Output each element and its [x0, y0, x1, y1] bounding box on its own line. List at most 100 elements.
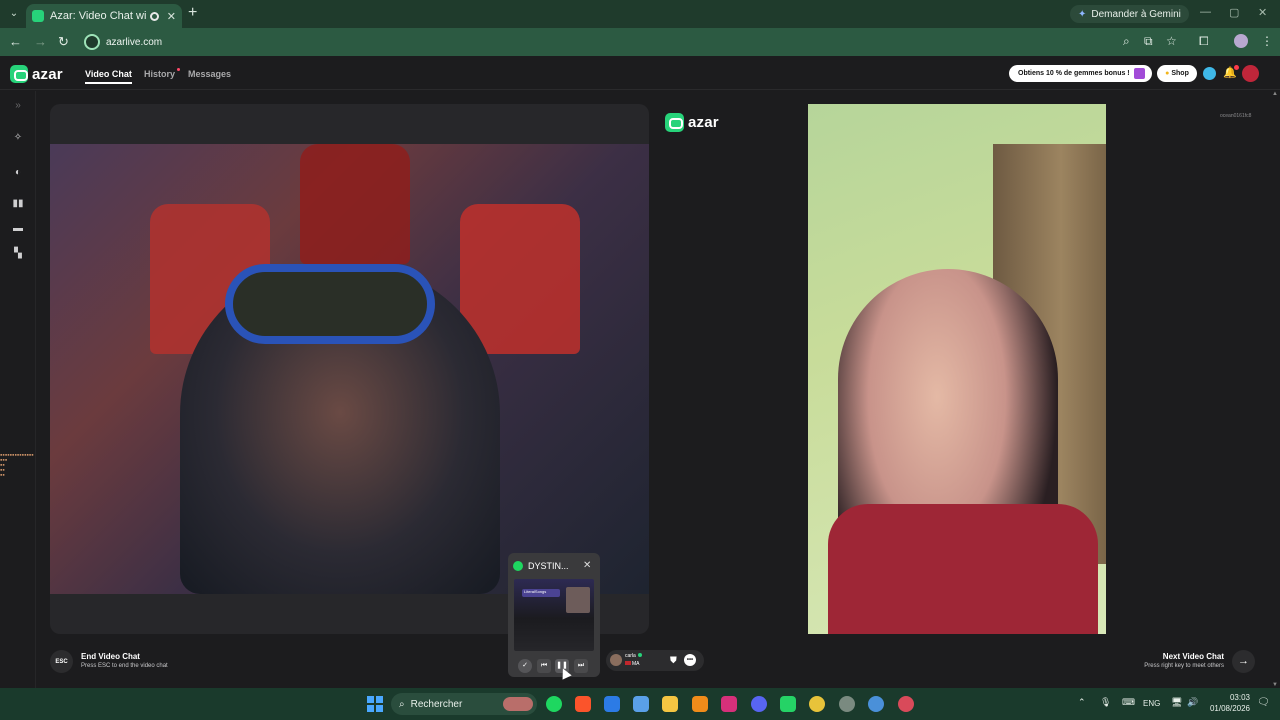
- taskbar-search-placeholder: Rechercher: [410, 698, 463, 710]
- tab-search-chevron-icon[interactable]: ⌄: [6, 6, 22, 22]
- spotify-taskbar-icon[interactable]: [546, 696, 562, 712]
- azar-favicon-icon: [32, 10, 44, 22]
- whatsapp-taskbar-icon[interactable]: [780, 696, 796, 712]
- site-info-icon[interactable]: [84, 34, 100, 50]
- new-tab-button[interactable]: +: [188, 4, 197, 22]
- taskbar-search[interactable]: ⌕ Rechercher: [391, 693, 537, 715]
- history-notification-dot: [177, 68, 181, 71]
- gemini-sparkle-icon: ✦: [1078, 8, 1087, 20]
- peer-dress-image: [828, 504, 1098, 634]
- nav-messages[interactable]: Messages: [188, 69, 231, 79]
- instagram-taskbar-icon[interactable]: [721, 696, 737, 712]
- end-chat-title[interactable]: End Video Chat: [81, 652, 140, 661]
- windows-start-icon[interactable]: [367, 696, 383, 712]
- chrome-taskbar-icon[interactable]: [809, 696, 825, 712]
- peer-video-feed: [808, 104, 1106, 634]
- install-app-icon[interactable]: ⧉: [1144, 34, 1153, 49]
- azar-logo-icon: [10, 65, 28, 83]
- volume-icon[interactable]: 🔊: [1187, 697, 1198, 708]
- peer-name-label: carla: [625, 653, 636, 659]
- maximize-window-icon[interactable]: ▢: [1229, 6, 1239, 19]
- notification-badge: [1234, 65, 1239, 70]
- goggles-image: [225, 264, 435, 344]
- promo-text: Obtiens 10 % de gemmes bonus !: [1018, 70, 1130, 77]
- layout-side-by-side-icon[interactable]: ▮▮: [12, 198, 24, 210]
- flag-icon: [625, 661, 631, 665]
- layout-grid-icon[interactable]: ▚: [12, 248, 24, 260]
- report-shield-icon[interactable]: ⛊: [670, 655, 677, 666]
- end-chat-subtitle: Press ESC to end the video chat: [81, 663, 168, 669]
- language-indicator[interactable]: ENG: [1143, 699, 1160, 708]
- album-art-image: [566, 587, 590, 613]
- page-scrollbar[interactable]: ▲ ▼: [1270, 91, 1280, 688]
- gems-icon[interactable]: [1203, 67, 1216, 80]
- azar-logo-text: azar: [32, 65, 63, 83]
- azar-logo-icon: [665, 113, 684, 132]
- defender-taskbar-icon[interactable]: [604, 696, 620, 712]
- profile-avatar[interactable]: [1234, 34, 1248, 48]
- scroll-up-icon[interactable]: ▲: [1272, 91, 1278, 97]
- watermark-text: ocean0161fc8: [1220, 113, 1252, 119]
- search-highlight-image: [503, 697, 533, 711]
- discord-taskbar-icon[interactable]: [751, 696, 767, 712]
- vlc-taskbar-icon[interactable]: [692, 696, 708, 712]
- store-taskbar-icon[interactable]: [633, 696, 649, 712]
- background-shirt-image: [460, 204, 580, 354]
- end-chat-esc-button[interactable]: ESC: [50, 650, 73, 673]
- nav-video-chat[interactable]: Video Chat: [85, 69, 132, 84]
- minimize-window-icon[interactable]: —: [1200, 6, 1211, 18]
- network-icon[interactable]: 🖥: [1171, 697, 1182, 708]
- back-arrow-icon[interactable]: ←: [9, 34, 22, 49]
- gems-bonus-promo-button[interactable]: Obtiens 10 % de gemmes bonus !: [1009, 65, 1152, 82]
- ask-gemini-button[interactable]: ✦ Demander à Gemini: [1070, 5, 1189, 23]
- show-hidden-icons-chevron-icon[interactable]: ⌃: [1078, 697, 1086, 708]
- keyboard-icon[interactable]: ⌨: [1122, 697, 1135, 708]
- like-check-icon[interactable]: ✓: [518, 659, 532, 673]
- azar-logo[interactable]: azar: [10, 65, 63, 83]
- nav-history-label: History: [144, 69, 176, 79]
- notification-bell-icon[interactable]: 🔔: [1223, 65, 1239, 79]
- background-shirt-image: [300, 144, 410, 264]
- layout-stacked-icon[interactable]: ▬: [12, 223, 24, 235]
- magic-wand-icon[interactable]: ✧: [12, 132, 24, 144]
- url-text: azarlive.com: [106, 36, 163, 48]
- next-track-icon[interactable]: ⏭: [574, 659, 588, 673]
- clock-date[interactable]: 01/08/2026: [1206, 704, 1250, 713]
- chrome-profile-taskbar-icon[interactable]: [868, 696, 884, 712]
- browser-tab-azar[interactable]: Azar: Video Chat with New ✕: [26, 4, 182, 28]
- chrome-profile2-taskbar-icon[interactable]: [898, 696, 914, 712]
- spotify-window-thumbnail[interactable]: LiteralSongs: [514, 579, 594, 651]
- nav-history[interactable]: History: [144, 68, 181, 79]
- ask-gemini-label: Demander à Gemini: [1091, 8, 1181, 20]
- online-dot: [637, 653, 642, 657]
- spotify-close-icon[interactable]: ✕: [583, 560, 591, 571]
- zoom-icon[interactable]: ⌕: [1123, 34, 1130, 49]
- expand-sidebar-icon[interactable]: »: [12, 100, 24, 112]
- next-chat-title[interactable]: Next Video Chat: [1163, 652, 1224, 661]
- forward-arrow-icon[interactable]: →: [34, 34, 47, 49]
- extensions-puzzle-icon[interactable]: ⧠: [1199, 34, 1209, 49]
- brave-taskbar-icon[interactable]: [575, 696, 591, 712]
- spotify-icon: [513, 561, 523, 571]
- left-sidebar: » ✧ ◐ ▮▮ ▬ ▚: [0, 91, 36, 688]
- azar-center-logo: azar: [665, 113, 719, 132]
- shop-button[interactable]: ● Shop: [1157, 65, 1197, 82]
- previous-track-icon[interactable]: ⏮: [537, 659, 551, 673]
- peer-info-pill[interactable]: carla MA ⛊ •••: [606, 650, 704, 671]
- peer-avatar[interactable]: [610, 654, 622, 666]
- clock-time[interactable]: 03:03: [1214, 693, 1250, 702]
- microphone-icon[interactable]: 🎙: [1100, 697, 1111, 708]
- bookmark-star-icon[interactable]: ☆: [1166, 34, 1177, 48]
- my-avatar[interactable]: [1242, 65, 1259, 82]
- settings-taskbar-icon[interactable]: [839, 696, 855, 712]
- kebab-menu-icon[interactable]: ⋮: [1261, 34, 1273, 48]
- reload-icon[interactable]: ↻: [58, 34, 69, 50]
- chat-bubble-icon[interactable]: •••: [684, 654, 696, 666]
- notification-center-icon[interactable]: 🗨: [1257, 697, 1270, 708]
- next-chat-arrow-button[interactable]: →: [1232, 650, 1255, 673]
- close-window-icon[interactable]: ✕: [1258, 6, 1267, 19]
- address-bar[interactable]: azarlive.com: [82, 32, 1192, 52]
- filter-effects-icon[interactable]: ◐: [12, 167, 24, 179]
- tab-close-icon[interactable]: ✕: [167, 10, 176, 23]
- file-explorer-taskbar-icon[interactable]: [662, 696, 678, 712]
